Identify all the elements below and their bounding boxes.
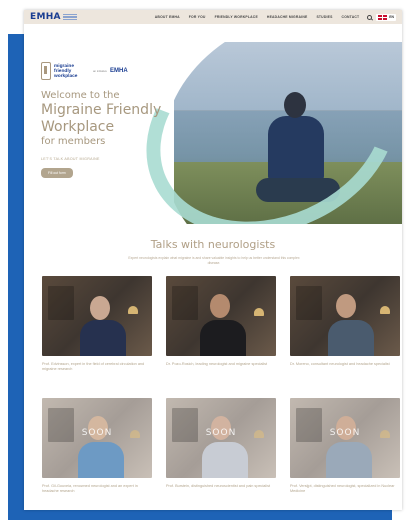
nav-link-headache-migraine[interactable]: HEADACHE MIGRAINE [267,15,308,19]
nav-tools: EN [367,13,396,21]
speaker-head [336,294,356,318]
speaker-head [90,296,110,320]
nav-link-studies[interactable]: STUDIES [316,15,332,19]
video-card-versijpt[interactable]: SOON Prof. Versijpt, distinguished neuro… [290,398,400,494]
video-thumbnail[interactable]: SOON [42,398,152,478]
video-caption: Prof. Edvinsson, expert in the field of … [42,362,145,372]
program-logo-name: migraine friendly workplace [54,63,78,79]
speaker-body [202,442,248,478]
bookshelf-backdrop [48,286,74,320]
hero-tagline: LET'S TALK ABOUT MIGRAINE [41,157,100,161]
nav-link-for-you[interactable]: FOR YOU [189,15,206,19]
bookshelf-backdrop [296,286,322,320]
emha-logo[interactable]: EMHA [30,12,77,22]
program-mark-icon [41,62,51,80]
video-thumbnail[interactable]: SOON [290,398,400,478]
video-thumbnail[interactable]: SOON [166,398,276,478]
nav-link-contact[interactable]: CONTACT [342,15,360,19]
hero-section: migraine friendly workplace an initiativ… [24,24,402,224]
video-caption: Dr. Pozo-Rosich, leading neurologist and… [166,362,268,366]
language-selector[interactable]: EN [376,13,396,21]
lamp-light [254,308,264,316]
hero-title: Migraine Friendly Workplace [41,102,162,135]
migraine-friendly-workplace-logo: migraine friendly workplace an initiativ… [41,62,201,80]
video-thumbnail[interactable] [290,276,400,356]
bookshelf-backdrop [172,286,198,320]
language-label: EN [389,15,394,19]
video-caption: Prof. Burstein, distinguished neuroscien… [166,484,271,488]
lamp-light [380,306,390,314]
screenshot-stage: EMHA ABOUT EMHA FOR YOU FRIENDLY WORKPLA… [0,0,412,524]
video-card-gil-gouveia[interactable]: SOON Prof. Gil-Gouveia, renowned neurolo… [42,398,152,494]
video-thumbnail[interactable] [42,276,152,356]
nav-link-friendly-workplace[interactable]: FRIENDLY WORKPLACE [215,15,258,19]
web-page: EMHA ABOUT EMHA FOR YOU FRIENDLY WORKPLA… [24,10,402,510]
coming-soon-label: SOON [329,428,361,438]
nav-links: ABOUT EMHA FOR YOU FRIENDLY WORKPLACE HE… [155,15,360,19]
talks-section-title: Talks with neurologists [150,238,276,251]
coming-soon-label: SOON [81,428,113,438]
hero-text-block: migraine friendly workplace an initiativ… [41,62,201,179]
video-card-edvinsson[interactable]: Prof. Edvinsson, expert in the field of … [42,276,152,372]
program-logo-join: an initiative [93,68,107,73]
logo-tagline-lines [62,14,77,21]
speaker-body [78,442,124,478]
hero-subtitle: for members [41,136,106,147]
video-card-burstein[interactable]: SOON Prof. Burstein, distinguished neuro… [166,398,276,489]
video-card-moreno[interactable]: Dr. Moreno, consultant neurologist and h… [290,276,400,367]
video-thumbnail[interactable] [166,276,276,356]
speaker-body [80,320,126,356]
video-card-pozo-rosich[interactable]: Dr. Pozo-Rosich, leading neurologist and… [166,276,276,367]
speaker-body [326,442,372,478]
video-caption: Prof. Gil-Gouveia, renowned neurologist … [42,484,138,494]
nav-link-about[interactable]: ABOUT EMHA [155,15,180,19]
video-caption: Prof. Versijpt, distinguished neurologis… [290,484,395,494]
search-icon[interactable] [367,14,373,20]
uk-flag-icon [378,14,388,20]
video-caption: Dr. Moreno, consultant neurologist and h… [290,362,390,366]
speaker-body [328,320,374,356]
program-logo-emha: EMHA [110,68,128,74]
logo-wordmark: EMHA [30,12,61,22]
top-navigation: EMHA ABOUT EMHA FOR YOU FRIENDLY WORKPLA… [24,10,402,24]
speaker-body [200,320,246,356]
talks-section-subtitle: Expert neurologists explain what migrain… [128,256,300,265]
fill-out-form-button[interactable]: Fill out form [41,168,73,178]
hero-welcome: Welcome to the [41,90,120,101]
coming-soon-label: SOON [205,428,237,438]
lamp-light [128,306,138,314]
speaker-head [210,294,230,318]
